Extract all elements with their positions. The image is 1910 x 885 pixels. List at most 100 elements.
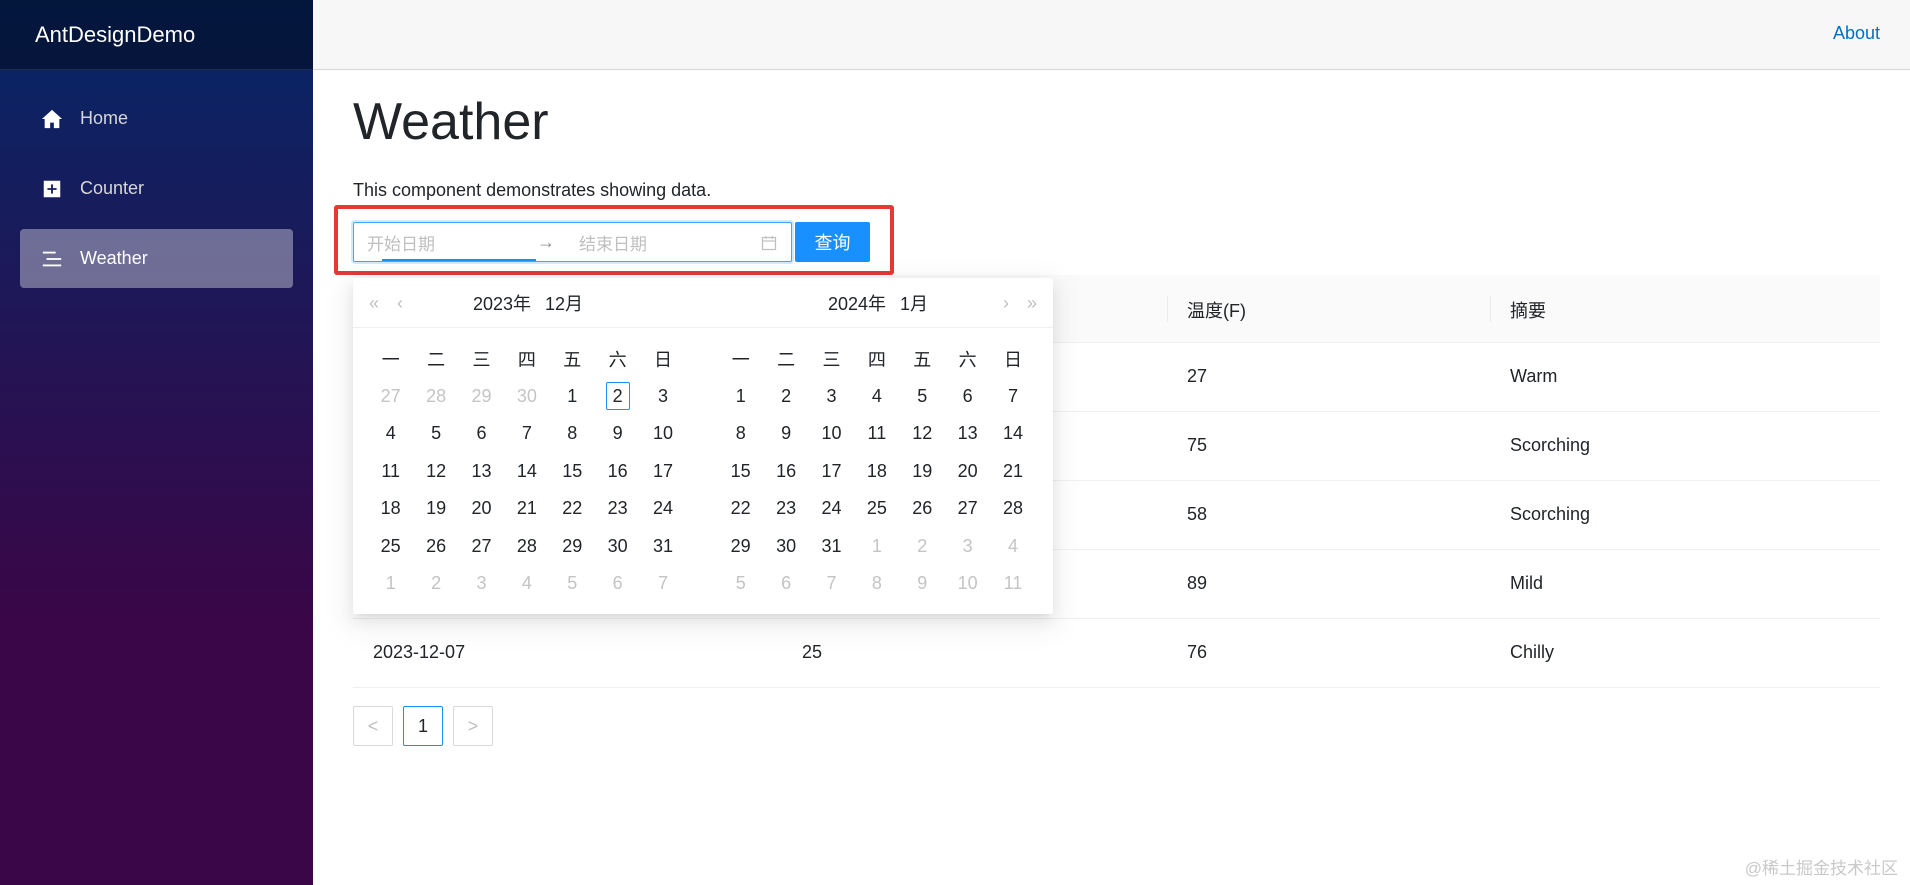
calendar-day[interactable]: 27 xyxy=(368,386,413,407)
nav-item-weather[interactable]: Weather xyxy=(20,229,293,288)
calendar-day[interactable]: 27 xyxy=(945,498,990,519)
calendar-day[interactable]: 22 xyxy=(718,498,763,519)
calendar-day[interactable]: 7 xyxy=(504,423,549,444)
brand-title[interactable]: AntDesignDemo xyxy=(0,0,313,70)
calendar-day[interactable]: 31 xyxy=(640,536,685,557)
calendar-day[interactable]: 11 xyxy=(854,423,899,444)
calendar-day[interactable]: 6 xyxy=(595,573,640,594)
calendar-day[interactable]: 12 xyxy=(413,461,458,482)
super-next-year-icon[interactable]: » xyxy=(1027,293,1037,314)
calendar-day[interactable]: 15 xyxy=(550,461,595,482)
calendar-day[interactable]: 2 xyxy=(595,381,640,410)
date-range-picker[interactable]: 开始日期 → 结束日期 xyxy=(353,222,792,262)
calendar-day[interactable]: 3 xyxy=(459,573,504,594)
calendar-day[interactable]: 25 xyxy=(854,498,899,519)
calendar-day[interactable]: 15 xyxy=(718,461,763,482)
calendar-day[interactable]: 3 xyxy=(809,386,854,407)
calendar-day[interactable]: 9 xyxy=(595,423,640,444)
calendar-day[interactable]: 2 xyxy=(413,573,458,594)
calendar-day[interactable]: 2 xyxy=(900,536,945,557)
query-button[interactable]: 查询 xyxy=(795,222,870,262)
calendar-day[interactable]: 10 xyxy=(945,573,990,594)
calendar-day[interactable]: 11 xyxy=(990,573,1035,594)
calendar-day[interactable]: 28 xyxy=(990,498,1035,519)
calendar-day[interactable]: 1 xyxy=(368,573,413,594)
calendar-month[interactable]: 12月 xyxy=(545,290,583,316)
nav-item-home[interactable]: Home xyxy=(20,89,293,148)
calendar-day[interactable]: 1 xyxy=(550,386,595,407)
calendar-day[interactable]: 11 xyxy=(368,461,413,482)
calendar-day[interactable]: 7 xyxy=(809,573,854,594)
calendar-day[interactable]: 9 xyxy=(763,423,808,444)
calendar-day[interactable]: 2 xyxy=(763,386,808,407)
calendar-day[interactable]: 8 xyxy=(550,423,595,444)
nav-item-counter[interactable]: Counter xyxy=(20,159,293,218)
calendar-day[interactable]: 30 xyxy=(595,536,640,557)
calendar-day[interactable]: 19 xyxy=(900,461,945,482)
start-date-input[interactable]: 开始日期 xyxy=(354,223,536,261)
calendar-day[interactable]: 22 xyxy=(550,498,595,519)
calendar-day[interactable]: 4 xyxy=(368,423,413,444)
calendar-day[interactable]: 6 xyxy=(945,386,990,407)
calendar-day[interactable]: 29 xyxy=(550,536,595,557)
calendar-month[interactable]: 1月 xyxy=(900,290,928,316)
calendar-day[interactable]: 30 xyxy=(763,536,808,557)
calendar-day[interactable]: 26 xyxy=(413,536,458,557)
calendar-day[interactable]: 31 xyxy=(809,536,854,557)
calendar-day[interactable]: 19 xyxy=(413,498,458,519)
prev-month-icon[interactable]: ‹ xyxy=(397,293,403,314)
calendar-day[interactable]: 8 xyxy=(718,423,763,444)
calendar-day[interactable]: 5 xyxy=(718,573,763,594)
calendar-year[interactable]: 2023年 xyxy=(473,290,531,316)
calendar-day[interactable]: 16 xyxy=(763,461,808,482)
calendar-year[interactable]: 2024年 xyxy=(828,290,886,316)
calendar-day[interactable]: 5 xyxy=(900,386,945,407)
end-date-input[interactable]: 结束日期 xyxy=(566,223,746,261)
calendar-day[interactable]: 1 xyxy=(854,536,899,557)
calendar-day[interactable]: 1 xyxy=(718,386,763,407)
calendar-day[interactable]: 13 xyxy=(459,461,504,482)
calendar-day[interactable]: 6 xyxy=(459,423,504,444)
pagination-next-button[interactable]: > xyxy=(453,706,493,746)
calendar-day[interactable]: 10 xyxy=(809,423,854,444)
calendar-day[interactable]: 4 xyxy=(990,536,1035,557)
calendar-day[interactable]: 13 xyxy=(945,423,990,444)
calendar-day[interactable]: 23 xyxy=(595,498,640,519)
about-link[interactable]: About xyxy=(1833,23,1880,44)
calendar-day[interactable]: 18 xyxy=(368,498,413,519)
calendar-day[interactable]: 27 xyxy=(459,536,504,557)
calendar-day[interactable]: 20 xyxy=(945,461,990,482)
calendar-day[interactable]: 8 xyxy=(854,573,899,594)
next-month-icon[interactable]: › xyxy=(1003,293,1009,314)
calendar-day[interactable]: 5 xyxy=(550,573,595,594)
calendar-day[interactable]: 5 xyxy=(413,423,458,444)
calendar-day[interactable]: 21 xyxy=(990,461,1035,482)
calendar-day[interactable]: 14 xyxy=(990,423,1035,444)
calendar-day[interactable]: 3 xyxy=(945,536,990,557)
calendar-day[interactable]: 17 xyxy=(809,461,854,482)
calendar-day[interactable]: 6 xyxy=(763,573,808,594)
pagination-page-1[interactable]: 1 xyxy=(403,706,443,746)
calendar-day[interactable]: 26 xyxy=(900,498,945,519)
calendar-day[interactable]: 18 xyxy=(854,461,899,482)
calendar-day[interactable]: 20 xyxy=(459,498,504,519)
calendar-day[interactable]: 17 xyxy=(640,461,685,482)
calendar-day[interactable]: 25 xyxy=(368,536,413,557)
calendar-day[interactable]: 9 xyxy=(900,573,945,594)
calendar-day[interactable]: 21 xyxy=(504,498,549,519)
super-prev-year-icon[interactable]: « xyxy=(369,293,379,314)
calendar-day[interactable]: 14 xyxy=(504,461,549,482)
calendar-day[interactable]: 24 xyxy=(809,498,854,519)
calendar-day[interactable]: 28 xyxy=(504,536,549,557)
calendar-day[interactable]: 30 xyxy=(504,386,549,407)
calendar-day[interactable]: 24 xyxy=(640,498,685,519)
calendar-day[interactable]: 12 xyxy=(900,423,945,444)
calendar-day[interactable]: 29 xyxy=(459,386,504,407)
calendar-day[interactable]: 4 xyxy=(504,573,549,594)
calendar-day[interactable]: 23 xyxy=(763,498,808,519)
calendar-day[interactable]: 7 xyxy=(640,573,685,594)
pagination-prev-button[interactable]: < xyxy=(353,706,393,746)
calendar-day[interactable]: 29 xyxy=(718,536,763,557)
calendar-day[interactable]: 4 xyxy=(854,386,899,407)
calendar-day[interactable]: 16 xyxy=(595,461,640,482)
